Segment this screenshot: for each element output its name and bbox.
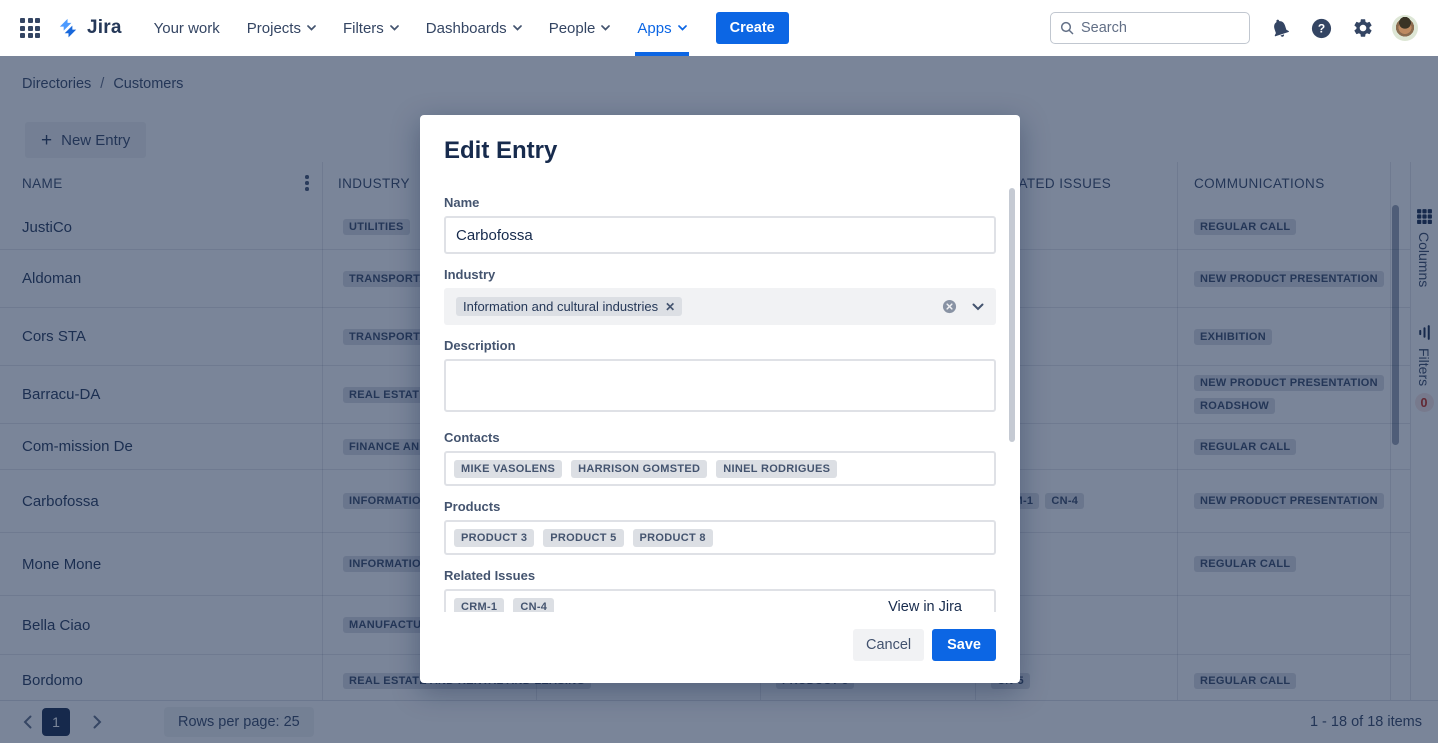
nav-item-dashboards[interactable]: Dashboards (426, 0, 522, 56)
industry-selected-chip: Information and cultural industries ✕ (456, 297, 682, 316)
remove-industry-chip-icon[interactable]: ✕ (665, 300, 675, 314)
nav-item-label: Apps (637, 20, 671, 37)
notifications-icon[interactable] (1269, 17, 1291, 39)
chevron-down-icon (601, 25, 610, 31)
nav-item-label: Projects (247, 20, 301, 37)
nav-item-filters[interactable]: Filters (343, 0, 399, 56)
user-avatar[interactable] (1392, 15, 1418, 41)
jira-logo[interactable]: Jira (56, 16, 122, 41)
clear-select-icon[interactable] (942, 299, 957, 314)
nav-item-your-work[interactable]: Your work (154, 0, 220, 56)
cancel-button[interactable]: Cancel (853, 629, 924, 661)
brand-name: Jira (87, 17, 122, 39)
nav-item-people[interactable]: People (549, 0, 611, 56)
chevron-down-icon (678, 25, 687, 31)
nav-item-label: Your work (154, 20, 220, 37)
edit-entry-modal: Edit Entry Name Industry Information and… (420, 115, 1020, 683)
modal-title: Edit Entry (444, 137, 557, 165)
chevron-down-icon (513, 25, 522, 31)
lozenge-chip: MIKE VASOLENS (454, 460, 562, 478)
products-field[interactable]: PRODUCT 3 PRODUCT 5 PRODUCT 8 (444, 520, 996, 555)
nav-item-label: Dashboards (426, 20, 507, 37)
nav-right: ? (1050, 12, 1438, 44)
nav-item-label: Filters (343, 20, 384, 37)
lozenge-chip: PRODUCT 5 (543, 529, 623, 547)
search-icon (1059, 20, 1075, 36)
industry-chip-label: Information and cultural industries (463, 299, 658, 314)
name-field-label: Name (444, 195, 996, 210)
chevron-down-icon[interactable] (972, 303, 984, 311)
top-nav: Jira Your work Projects Filters Dashboards P… (0, 0, 1438, 56)
modal-body: Name Industry Information and cultural i… (420, 169, 1020, 612)
related-issues-field[interactable]: CRM-1 CN-4 View in Jira (444, 589, 996, 612)
lozenge-chip: PRODUCT 8 (633, 529, 713, 547)
name-input[interactable] (444, 216, 996, 254)
lozenge-chip: NINEL RODRIGUES (716, 460, 837, 478)
help-icon[interactable]: ? (1310, 17, 1333, 40)
modal-scrollbar[interactable] (1009, 188, 1015, 442)
lozenge-chip: CRM-1 (454, 598, 504, 613)
modal-footer: Cancel Save (420, 612, 1020, 683)
industry-field-label: Industry (444, 267, 996, 282)
products-field-label: Products (444, 499, 996, 514)
contacts-field[interactable]: MIKE VASOLENS HARRISON GOMSTED NINEL RODRI… (444, 451, 996, 486)
industry-select[interactable]: Information and cultural industries ✕ (444, 288, 996, 325)
nav-left: Jira Your work Projects Filters Dashboards P… (0, 0, 789, 56)
view-in-jira-link[interactable]: View in Jira (888, 599, 962, 613)
jira-logo-icon (56, 16, 81, 41)
related-issues-field-label: Related Issues (444, 568, 996, 583)
nav-item-apps[interactable]: Apps (637, 0, 686, 56)
lozenge-chip: HARRISON GOMSTED (571, 460, 707, 478)
chevron-down-icon (307, 25, 316, 31)
description-field-label: Description (444, 338, 996, 353)
chevron-down-icon (390, 25, 399, 31)
nav-item-label: People (549, 20, 596, 37)
contacts-field-label: Contacts (444, 430, 996, 445)
create-button[interactable]: Create (716, 12, 789, 44)
app-switcher-icon[interactable] (18, 16, 42, 40)
lozenge-chip: PRODUCT 3 (454, 529, 534, 547)
lozenge-chip: CN-4 (513, 598, 554, 613)
primary-nav: Your work Projects Filters Dashboards People… (154, 0, 714, 56)
save-button[interactable]: Save (932, 629, 996, 661)
search-box[interactable] (1050, 12, 1250, 44)
nav-item-projects[interactable]: Projects (247, 0, 316, 56)
settings-icon[interactable] (1352, 17, 1374, 39)
svg-text:?: ? (1318, 21, 1325, 35)
search-input[interactable] (1081, 20, 1241, 36)
description-textarea[interactable] (444, 359, 996, 412)
